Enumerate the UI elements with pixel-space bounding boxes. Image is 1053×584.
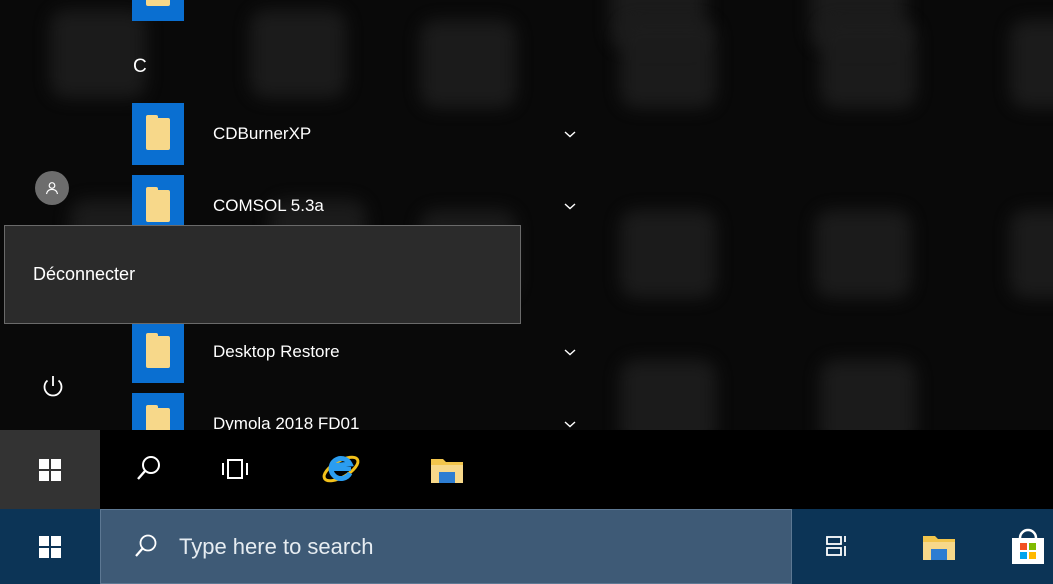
search-icon — [137, 456, 160, 480]
start-menu: C CDBurnerXP COMSOL 5.3a Desktop Restore — [0, 0, 1053, 430]
blurred-tile — [620, 360, 716, 430]
chevron-down-icon[interactable] — [560, 124, 580, 144]
internet-explorer-icon — [322, 455, 360, 483]
task-view-icon — [826, 536, 846, 556]
app-label: Desktop Restore — [213, 342, 340, 361]
app-tile — [132, 103, 184, 165]
blurred-tile — [620, 20, 716, 108]
app-label: CDBurnerXP — [213, 124, 312, 143]
app-label: Dymola 2018 FD01 — [213, 414, 360, 430]
sign-out-tooltip[interactable]: Déconnecter — [4, 225, 521, 324]
chevron-down-icon[interactable] — [560, 196, 580, 216]
windows-logo-icon — [39, 535, 61, 558]
start-button[interactable] — [0, 509, 100, 584]
start-button[interactable] — [0, 430, 100, 509]
start-rail — [0, 0, 104, 430]
blurred-tile — [1010, 20, 1053, 108]
task-view-icon — [222, 459, 248, 479]
folder-icon — [146, 0, 170, 6]
file-explorer-icon — [431, 459, 463, 483]
file-explorer-button[interactable] — [422, 444, 472, 494]
list-item[interactable]: Desktop Restore — [132, 321, 602, 383]
blurred-tile — [820, 20, 916, 108]
letter-header[interactable]: C — [133, 56, 147, 78]
app-tile — [132, 0, 184, 21]
user-icon — [45, 182, 59, 195]
chevron-down-icon[interactable] — [560, 414, 580, 430]
app-tile — [132, 321, 184, 383]
power-button[interactable] — [33, 366, 73, 406]
search-placeholder: Type here to search — [179, 533, 374, 559]
user-account-button[interactable] — [35, 171, 69, 205]
app-tile — [132, 393, 184, 430]
task-view-button[interactable] — [210, 444, 260, 494]
list-item — [132, 0, 602, 21]
folder-icon — [146, 333, 170, 368]
search-icon — [131, 532, 161, 562]
list-item[interactable]: CDBurnerXP — [132, 103, 602, 165]
power-icon — [43, 376, 63, 397]
chevron-down-icon[interactable] — [560, 342, 580, 362]
task-view-button[interactable] — [812, 521, 862, 571]
search-input[interactable]: Type here to search — [100, 509, 792, 584]
file-explorer-icon — [923, 536, 955, 560]
folder-icon — [146, 115, 170, 150]
blurred-tile — [820, 360, 916, 430]
store-button[interactable] — [1003, 521, 1053, 571]
app-list: C CDBurnerXP COMSOL 5.3a Desktop Restore — [104, 0, 604, 430]
search-button[interactable] — [124, 444, 174, 494]
blurred-tile — [815, 210, 911, 298]
store-icon — [1012, 528, 1044, 564]
inner-taskbar — [0, 430, 1053, 509]
file-explorer-button[interactable] — [914, 521, 964, 571]
windows-logo-icon — [39, 458, 61, 481]
blurred-tile — [620, 210, 716, 298]
blurred-tile — [1010, 210, 1053, 298]
taskbar: Type here to search — [0, 509, 1053, 584]
folder-icon — [146, 405, 170, 430]
folder-icon — [146, 187, 170, 222]
app-label: COMSOL 5.3a — [213, 196, 324, 215]
internet-explorer-button[interactable] — [316, 444, 366, 494]
list-item[interactable]: Dymola 2018 FD01 — [132, 393, 602, 430]
sign-out-label: Déconnecter — [33, 264, 136, 284]
